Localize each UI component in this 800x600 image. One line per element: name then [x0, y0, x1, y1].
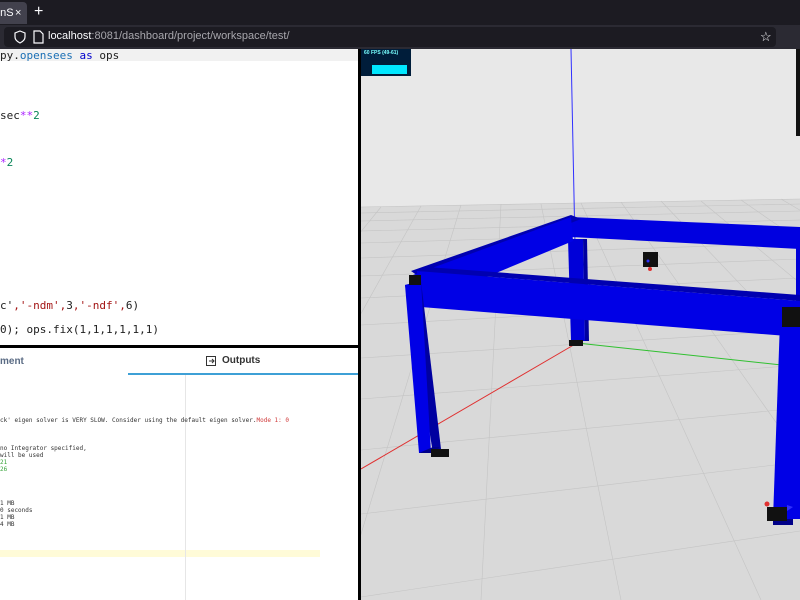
code-token: 3 [66, 298, 73, 312]
output-line: 4 MB [0, 521, 15, 528]
navigation-bar: localhost:8081/dashboard/project/workspa… [0, 25, 800, 49]
code-token: ,'-ndf', [72, 298, 126, 312]
code-token: opensees [19, 49, 73, 62]
shield-icon[interactable] [14, 30, 26, 44]
code-token: 2 [6, 156, 14, 170]
node-marker-1 [409, 275, 421, 285]
code-token: ,'-ndm', [13, 298, 67, 312]
tab-outputs[interactable]: Outputs [222, 355, 260, 366]
url-path: :8081/dashboard/project/workspace/test/ [91, 30, 290, 42]
code-editor[interactable]: py.opensees as ops sec**2 *2 c','-ndm',3,'-… [0, 49, 358, 345]
url-host: localhost [48, 30, 92, 42]
page-info-icon[interactable] [32, 30, 44, 44]
node-marker-3 [643, 252, 658, 267]
output-line: 1 MB [0, 514, 15, 521]
code-token: as [72, 49, 100, 62]
output-line: 0 seconds [0, 507, 33, 514]
code-line: sec**2 [0, 109, 40, 122]
output-line: no Integrator specified, [0, 445, 87, 452]
code-token: 2 [33, 108, 40, 122]
code-line: py.opensees as ops [0, 49, 119, 62]
code-token: py. [0, 49, 20, 62]
output-line: ck' eigen solver is VERY SLOW. Consider … [0, 417, 289, 424]
3d-viewport[interactable]: 60 FPS (49-61) [361, 49, 800, 600]
output-console[interactable]: ck' eigen solver is VERY SLOW. Consider … [0, 375, 358, 600]
output-line: 21 [0, 459, 8, 466]
code-token: sec [0, 108, 20, 122]
tab-bar: enS × + [0, 0, 800, 25]
code-token: ops [99, 49, 120, 62]
output-mode-text: Mode 1: 0 [256, 417, 289, 424]
code-token: * [0, 156, 7, 170]
code-line: c','-ndm',3,'-ndf',6) [0, 299, 139, 312]
code-line: *2 [0, 156, 13, 169]
new-tab-button[interactable]: + [34, 2, 43, 22]
browser-tab[interactable]: enS × [0, 2, 27, 24]
panel-tabs: ment Outputs [0, 348, 358, 375]
bookmark-star-icon[interactable]: ☆ [760, 29, 772, 45]
output-line-highlight [0, 550, 320, 557]
fps-label: 60 FPS (49-61) [364, 50, 399, 56]
3d-scene [361, 49, 800, 600]
output-column-guide [185, 375, 186, 600]
node-marker-2 [431, 449, 449, 457]
fps-meter[interactable]: 60 FPS (49-61) [361, 49, 411, 76]
tab-title: enS [0, 7, 14, 19]
code-token: c' [0, 298, 14, 312]
fps-graph [372, 65, 407, 74]
code-token: 0); ops.fix(1,1,1,1,1,1) [0, 322, 159, 336]
outputs-icon [206, 356, 216, 366]
output-line: 26 [0, 466, 8, 473]
output-line: 1 MB [0, 500, 15, 507]
code-token: ) [132, 298, 140, 312]
node-marker-4 [569, 340, 583, 346]
close-tab-icon[interactable]: × [15, 2, 21, 24]
code-line: 0); ops.fix(1,1,1,1,1,1) [0, 323, 159, 336]
node-marker-6 [767, 507, 787, 521]
viewport-side-panel [796, 49, 800, 136]
address-bar[interactable]: localhost:8081/dashboard/project/workspa… [4, 27, 776, 47]
node-marker-5 [782, 307, 800, 327]
output-line: will be used [0, 452, 44, 459]
code-token: ** [19, 108, 34, 122]
url-text[interactable]: localhost:8081/dashboard/project/workspa… [48, 30, 290, 42]
tab-comment[interactable]: ment [0, 356, 24, 367]
